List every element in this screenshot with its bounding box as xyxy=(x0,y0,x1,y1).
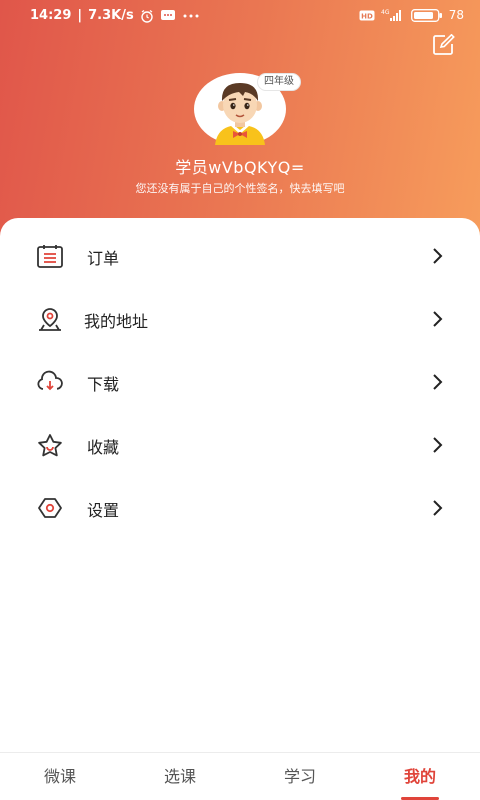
chevron-right-icon xyxy=(433,311,443,327)
bottom-tab-bar: 微课 选课 学习 我的 xyxy=(0,752,480,800)
status-bar: 14:29 | 7.3K/s HD 4G 78 xyxy=(0,0,480,34)
username: 学员wVbQKYQ= xyxy=(175,158,305,177)
battery-icon xyxy=(410,8,443,22)
signal-icon: 4G xyxy=(381,8,405,22)
grade-badge: 四年级 xyxy=(257,73,301,91)
profile-screen: 14:29 | 7.3K/s HD 4G 78 四年级 学员wVbQKYQ= 您… xyxy=(0,0,480,800)
order-icon xyxy=(37,245,63,268)
chevron-right-icon xyxy=(433,437,443,453)
menu-label-favorites: 收藏 xyxy=(87,438,120,457)
svg-text:4G: 4G xyxy=(381,9,390,16)
status-left: 14:29 | 7.3K/s xyxy=(30,8,200,23)
status-speed: 7.3K/s xyxy=(88,8,134,23)
signature-prompt[interactable]: 您还没有属于自己的个性签名，快去填写吧 xyxy=(0,180,480,196)
tab-select-course[interactable]: 选课 xyxy=(120,753,240,800)
settings-icon xyxy=(38,498,62,518)
menu-item-orders[interactable]: 订单 xyxy=(0,225,480,288)
location-icon xyxy=(39,308,61,331)
status-right: HD 4G 78 xyxy=(359,8,464,22)
tab-study[interactable]: 学习 xyxy=(240,753,360,800)
message-icon xyxy=(160,9,176,22)
status-time: 14:29 xyxy=(30,8,72,23)
menu-label-address: 我的地址 xyxy=(84,312,149,331)
menu-label-settings: 设置 xyxy=(87,501,120,520)
chevron-right-icon xyxy=(433,500,443,516)
more-notifications-icon xyxy=(182,13,200,19)
menu-label-download: 下载 xyxy=(87,375,120,394)
battery-level: 78 xyxy=(448,8,464,22)
chevron-right-icon xyxy=(433,248,443,264)
menu-item-address[interactable]: 我的地址 xyxy=(0,288,480,351)
menu-item-favorites[interactable]: 收藏 xyxy=(0,414,480,477)
edit-icon xyxy=(433,34,455,55)
star-icon xyxy=(38,434,62,457)
edit-profile-button[interactable] xyxy=(432,33,456,57)
svg-text:HD: HD xyxy=(361,12,373,20)
hd-icon: HD xyxy=(359,10,375,21)
menu-card: 订单 我的地址 下载 收藏 设置 xyxy=(0,218,480,800)
download-cloud-icon xyxy=(37,370,63,391)
tab-mine[interactable]: 我的 xyxy=(360,753,480,800)
status-separator: | xyxy=(77,8,83,23)
menu-label-orders: 订单 xyxy=(87,249,120,268)
menu-item-download[interactable]: 下载 xyxy=(0,351,480,414)
alarm-icon xyxy=(140,9,154,23)
tab-micro-course[interactable]: 微课 xyxy=(0,753,120,800)
menu-item-settings[interactable]: 设置 xyxy=(0,477,480,540)
chevron-right-icon xyxy=(433,374,443,390)
